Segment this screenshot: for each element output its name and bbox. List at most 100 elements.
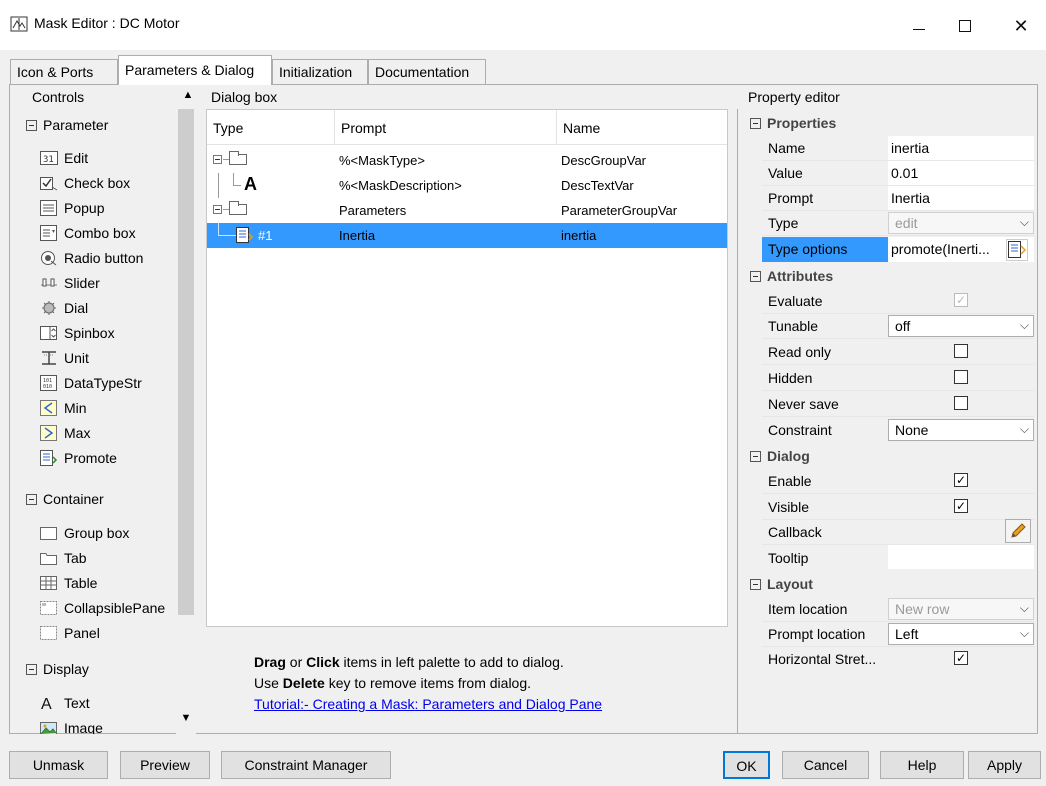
mask-editor-app-icon — [10, 16, 28, 32]
close-button[interactable]: ✕ — [998, 6, 1044, 46]
hint-click-word: Click — [306, 654, 340, 670]
constraint-manager-button[interactable]: Constraint Manager — [221, 751, 391, 779]
control-min[interactable]: Min — [40, 396, 87, 420]
control-check-box[interactable]: Check box — [40, 171, 130, 195]
horizontal-stretch-checkbox[interactable]: ✓ — [954, 651, 968, 665]
min-icon — [40, 400, 58, 417]
maximize-icon — [959, 20, 971, 32]
column-header-prompt[interactable]: Prompt — [335, 110, 557, 145]
table-row[interactable]: A %<MaskDescription> DescTextVar — [207, 173, 727, 198]
ok-button[interactable]: OK — [723, 751, 770, 779]
row-divider — [762, 646, 1034, 647]
pencil-icon — [1011, 523, 1026, 538]
control-dial[interactable]: Dial — [40, 296, 88, 320]
dialog-tree-table[interactable]: Type Prompt Name %<MaskType> DescGroupVa… — [206, 109, 728, 627]
display-group[interactable]: Display — [26, 661, 89, 677]
control-unit[interactable]: Unit — [40, 346, 89, 370]
layout-section[interactable]: Layout — [750, 576, 813, 592]
scroll-up-icon[interactable]: ▲ — [180, 89, 196, 101]
read-only-checkbox[interactable] — [954, 344, 968, 358]
help-button[interactable]: Help — [880, 751, 964, 779]
popup-icon — [40, 200, 58, 217]
controls-title: Controls — [32, 89, 85, 105]
control-popup[interactable]: Popup — [40, 196, 104, 220]
value-value[interactable]: 0.01 — [891, 165, 918, 181]
unit-icon — [40, 350, 58, 367]
close-icon: ✕ — [1013, 15, 1029, 36]
unmask-button[interactable]: Unmask — [9, 751, 108, 779]
control-panel[interactable]: Panel — [40, 621, 100, 645]
attributes-section[interactable]: Attributes — [750, 268, 833, 284]
group-box-icon — [229, 201, 247, 215]
constraint-dropdown-value: None — [895, 422, 929, 438]
control-image[interactable]: Image — [40, 716, 103, 734]
control-table[interactable]: Table — [40, 571, 97, 595]
tab-documentation[interactable]: Documentation — [368, 59, 486, 84]
column-header-name[interactable]: Name — [557, 110, 727, 145]
hidden-checkbox[interactable] — [954, 370, 968, 384]
apply-button[interactable]: Apply — [968, 751, 1041, 779]
name-value[interactable]: inertia — [891, 140, 929, 156]
minimize-button[interactable] — [896, 6, 942, 46]
row-divider — [762, 313, 1034, 314]
checkbox-icon — [40, 175, 58, 192]
prompt-location-value: Left — [895, 626, 919, 642]
constraint-dropdown[interactable]: None ⌵ — [888, 419, 1034, 441]
table-row[interactable]: %<MaskType> DescGroupVar — [207, 148, 727, 173]
controls-palette: Parameter 31 Edit Check box Popup Combo b… — [20, 109, 176, 734]
control-edit[interactable]: 31 Edit — [40, 146, 88, 170]
container-group[interactable]: Container — [26, 491, 104, 507]
controls-scrollbar-thumb[interactable] — [178, 109, 194, 615]
svg-text:31: 31 — [43, 155, 54, 165]
group-box-icon — [229, 151, 247, 165]
datatype-icon: 101 010 — [40, 375, 58, 392]
enable-checkbox[interactable]: ✓ — [954, 473, 968, 487]
control-max[interactable]: Max — [40, 421, 90, 445]
tree-collapse-icon[interactable] — [213, 155, 222, 164]
tunable-dropdown[interactable]: off ⌵ — [888, 315, 1034, 337]
table-row[interactable]: Parameters ParameterGroupVar — [207, 198, 727, 223]
item-location-dropdown: New row ⌵ — [888, 598, 1034, 620]
enable-label: Enable — [768, 473, 812, 489]
type-label: Type — [768, 215, 799, 231]
promote-options-icon[interactable] — [1006, 239, 1028, 261]
dialog-section[interactable]: Dialog — [750, 448, 810, 464]
prompt-value[interactable]: Inertia — [891, 190, 930, 206]
tunable-dropdown-value: off — [895, 318, 911, 334]
control-slider[interactable]: Slider — [40, 271, 100, 295]
tooltip-value[interactable] — [888, 545, 1034, 569]
preview-button[interactable]: Preview — [120, 751, 210, 779]
panel-icon — [40, 625, 58, 642]
control-radio-button[interactable]: Radio button — [40, 246, 143, 270]
control-combo-box[interactable]: Combo box — [40, 221, 136, 245]
control-promote[interactable]: Promote — [40, 446, 117, 470]
parameter-group[interactable]: Parameter — [26, 117, 108, 133]
collapse-icon — [26, 663, 37, 675]
maximize-button[interactable] — [942, 6, 988, 46]
control-text[interactable]: A Text — [40, 691, 90, 715]
control-tab[interactable]: Tab — [40, 546, 87, 570]
tutorial-link[interactable]: Tutorial:- Creating a Mask: Parameters a… — [254, 696, 602, 712]
controls-header: Controls ▲ — [20, 89, 196, 109]
scroll-down-icon[interactable]: ▼ — [176, 712, 196, 732]
tab-initialization[interactable]: Initialization — [272, 59, 368, 84]
collapse-icon — [26, 493, 37, 505]
tab-icon-ports[interactable]: Icon & Ports — [10, 59, 118, 84]
control-datatypestr[interactable]: 101 010 DataTypeStr — [40, 371, 142, 395]
tree-collapse-icon[interactable] — [213, 205, 222, 214]
column-header-type[interactable]: Type — [207, 110, 335, 145]
control-group-box[interactable]: Group box — [40, 521, 129, 545]
properties-section[interactable]: Properties — [750, 115, 836, 131]
cancel-button[interactable]: Cancel — [782, 751, 869, 779]
slider-icon — [40, 275, 58, 292]
tab-parameters-dialog[interactable]: Parameters & Dialog — [118, 55, 272, 85]
table-row-selected[interactable]: #1 Inertia inertia — [207, 223, 727, 248]
control-collapsible-pane[interactable]: CollapsiblePane — [40, 596, 165, 620]
never-save-checkbox[interactable] — [954, 396, 968, 410]
promote-icon — [40, 450, 58, 467]
row-name: DescGroupVar — [561, 153, 647, 168]
callback-edit-button[interactable] — [1005, 519, 1031, 543]
visible-checkbox[interactable]: ✓ — [954, 499, 968, 513]
prompt-location-dropdown[interactable]: Left ⌵ — [888, 623, 1034, 645]
control-spinbox[interactable]: Spinbox — [40, 321, 115, 345]
